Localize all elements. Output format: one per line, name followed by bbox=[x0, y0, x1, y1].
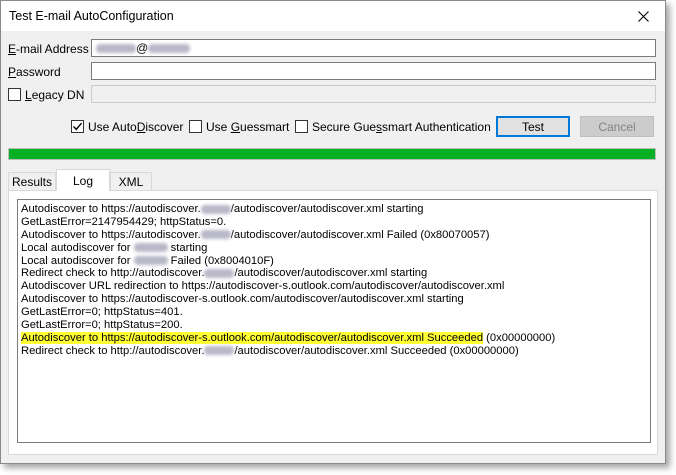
close-icon bbox=[637, 10, 649, 22]
progress-bar bbox=[8, 148, 656, 160]
log-line-text: Autodiscover URL redirection to https://… bbox=[21, 280, 505, 293]
cancel-button[interactable]: Cancel bbox=[580, 116, 654, 137]
password-field[interactable] bbox=[91, 62, 656, 80]
autoconfig-dialog: Test E-mail AutoConfiguration E-mail Add… bbox=[0, 0, 666, 464]
log-line-text: /autodiscover/autodiscover.xml Failed (0… bbox=[230, 228, 490, 241]
log-line-text: Local autodiscover for bbox=[21, 254, 134, 267]
secure-guessmart-label: Secure Guessmart Authentication bbox=[312, 120, 491, 134]
legacy-dn-checkbox[interactable] bbox=[8, 88, 21, 101]
log-line-text: Autodiscover to https://autodiscover-s.o… bbox=[21, 293, 464, 306]
log-line-text: starting bbox=[167, 241, 208, 254]
log-line-text: Autodiscover to https://autodiscover-s.o… bbox=[21, 331, 484, 344]
log-line: Autodiscover to https://autodiscover-s.o… bbox=[21, 331, 647, 345]
email-field[interactable]: @ bbox=[91, 39, 656, 57]
log-line-text: Autodiscover to https://autodiscover. bbox=[21, 203, 201, 215]
secure-guessmart-checkbox[interactable] bbox=[295, 120, 308, 133]
log-line: Autodiscover to https://autodiscover-s.o… bbox=[21, 293, 647, 306]
log-line: GetLastError=0; httpStatus=200. bbox=[21, 319, 647, 332]
tab-log[interactable]: Log bbox=[56, 169, 110, 191]
close-button[interactable] bbox=[621, 1, 665, 31]
log-line-text: /autodiscover/autodiscover.xml starting bbox=[230, 203, 424, 215]
log-line-text: Local autodiscover for bbox=[21, 241, 134, 254]
redacted-user bbox=[96, 44, 136, 54]
redacted-domain bbox=[133, 243, 168, 253]
log-line-text: (0x00000000) bbox=[483, 331, 556, 344]
log-line: Autodiscover URL redirection to https://… bbox=[21, 280, 647, 293]
log-line: Local autodiscover for Failed (0x8004010… bbox=[21, 255, 647, 268]
redacted-domain bbox=[200, 204, 231, 214]
redacted-domain bbox=[204, 269, 235, 278]
log-line: Autodiscover to https://autodiscover. /au… bbox=[21, 229, 647, 242]
use-guessmart-label: Use Guessmart bbox=[206, 120, 290, 134]
legacy-dn-label: Legacy DN bbox=[25, 88, 85, 102]
tab-xml[interactable]: XML bbox=[110, 172, 152, 190]
title-bar: Test E-mail AutoConfiguration bbox=[1, 1, 665, 31]
checkmark-icon bbox=[73, 122, 83, 131]
use-autodiscover-label: Use AutoDiscover bbox=[88, 120, 184, 134]
redacted-domain bbox=[200, 230, 231, 240]
log-line-text: Autodiscover to https://autodiscover. bbox=[21, 228, 201, 241]
log-line-text: GetLastError=0; httpStatus=401. bbox=[21, 306, 183, 319]
log-line-text: GetLastError=2147954429; httpStatus=0. bbox=[21, 215, 227, 228]
log-line-text: Redirect check to http://autodiscover. bbox=[21, 267, 205, 280]
log-line: Redirect check to http://autodiscover. /a… bbox=[21, 345, 647, 358]
log-line-text: Failed (0x8004010F) bbox=[167, 254, 274, 267]
legacy-dn-field bbox=[91, 85, 656, 103]
tab-results[interactable]: Results bbox=[8, 172, 56, 190]
log-output[interactable]: Autodiscover to https://autodiscover. /au… bbox=[17, 199, 651, 443]
redacted-domain bbox=[148, 44, 191, 54]
use-guessmart-checkbox[interactable] bbox=[189, 120, 202, 133]
email-at: @ bbox=[136, 41, 149, 55]
password-label: Password bbox=[8, 65, 61, 79]
window-title: Test E-mail AutoConfiguration bbox=[9, 9, 174, 23]
email-label: E-mail Address bbox=[8, 42, 89, 56]
log-tab-panel: Autodiscover to https://autodiscover. /au… bbox=[8, 190, 658, 455]
log-line: Redirect check to http://autodiscover. /a… bbox=[21, 267, 647, 280]
log-line: GetLastError=2147954429; httpStatus=0. bbox=[21, 216, 647, 229]
redacted-domain bbox=[133, 256, 168, 266]
test-button[interactable]: Test bbox=[496, 116, 570, 137]
use-autodiscover-checkbox[interactable] bbox=[71, 120, 84, 133]
log-line-text: GetLastError=0; httpStatus=200. bbox=[21, 319, 183, 332]
log-line: GetLastError=0; httpStatus=401. bbox=[21, 306, 647, 319]
log-line-text: Redirect check to http://autodiscover. bbox=[21, 344, 205, 357]
log-line-text: /autodiscover/autodiscover.xml starting bbox=[234, 267, 428, 280]
log-line: Autodiscover to https://autodiscover. /au… bbox=[21, 203, 647, 216]
log-line: Local autodiscover for starting bbox=[21, 242, 647, 255]
progress-fill bbox=[9, 149, 655, 159]
redacted-domain bbox=[204, 346, 235, 356]
log-line-text: /autodiscover/autodiscover.xml Succeeded… bbox=[234, 344, 519, 357]
